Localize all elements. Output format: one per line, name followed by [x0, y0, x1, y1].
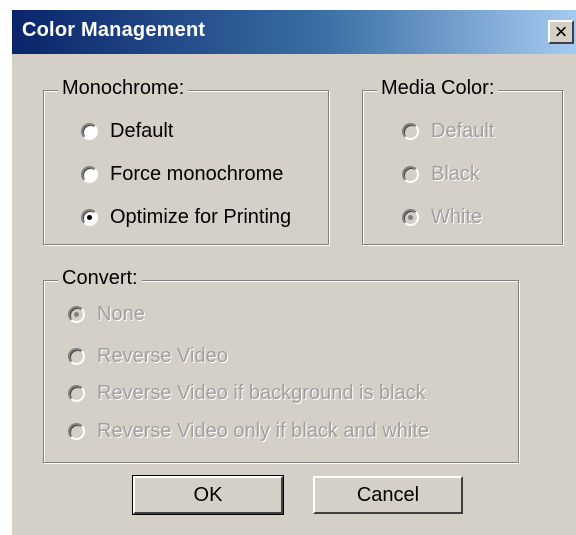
media-black-label: Black: [431, 163, 480, 185]
convert-reverse-bw-option[interactable]: Reverse Video only if black and white: [68, 420, 429, 443]
monochrome-optimize-option[interactable]: Optimize for Printing: [81, 206, 291, 229]
radio-button-icon[interactable]: [81, 166, 98, 183]
convert-none-label: None: [97, 303, 145, 325]
convert-group: Convert: None Reverse Video Reverse Vide…: [43, 267, 519, 463]
monochrome-default-label: Default: [110, 120, 174, 142]
convert-reverse-video-label: Reverse Video: [97, 345, 228, 367]
monochrome-optimize-label: Optimize for Printing: [110, 206, 292, 228]
radio-button-icon[interactable]: [68, 385, 85, 402]
radio-button-icon[interactable]: [81, 123, 98, 140]
monochrome-force-label: Force monochrome: [110, 163, 284, 185]
media-default-option[interactable]: Default: [402, 120, 494, 143]
media-white-option[interactable]: White: [402, 206, 482, 229]
color-management-dialog: Color Management × Monochrome: Default F…: [10, 8, 576, 535]
monochrome-group-label: Monochrome:: [58, 77, 189, 100]
radio-button-icon[interactable]: [68, 306, 85, 323]
radio-button-icon[interactable]: [68, 423, 85, 440]
cancel-button[interactable]: Cancel: [313, 476, 463, 514]
ok-button[interactable]: OK: [132, 475, 284, 515]
radio-button-icon[interactable]: [81, 209, 98, 226]
convert-reverse-if-black-option[interactable]: Reverse Video if background is black: [68, 382, 426, 405]
title-bar[interactable]: Color Management ×: [12, 10, 576, 54]
convert-reverse-bw-label: Reverse Video only if black and white: [97, 420, 430, 442]
radio-button-icon[interactable]: [402, 123, 419, 140]
monochrome-default-option[interactable]: Default: [81, 120, 173, 143]
media-color-group-label: Media Color:: [377, 77, 499, 100]
monochrome-force-option[interactable]: Force monochrome: [81, 163, 283, 186]
media-default-label: Default: [431, 120, 495, 142]
media-black-option[interactable]: Black: [402, 163, 480, 186]
media-white-label: White: [431, 206, 483, 228]
convert-none-option[interactable]: None: [68, 303, 145, 326]
radio-button-icon[interactable]: [402, 209, 419, 226]
convert-reverse-video-option[interactable]: Reverse Video: [68, 345, 228, 368]
radio-button-icon[interactable]: [68, 348, 85, 365]
dialog-title: Color Management: [22, 19, 206, 41]
convert-group-label: Convert:: [58, 267, 142, 290]
convert-reverse-if-black-label: Reverse Video if background is black: [97, 382, 426, 404]
close-button[interactable]: ×: [548, 20, 574, 44]
close-icon: ×: [554, 19, 568, 44]
media-color-group: Media Color: Default Black White: [362, 77, 563, 245]
radio-button-icon[interactable]: [402, 166, 419, 183]
monochrome-group: Monochrome: Default Force monochrome Opt…: [43, 77, 329, 245]
